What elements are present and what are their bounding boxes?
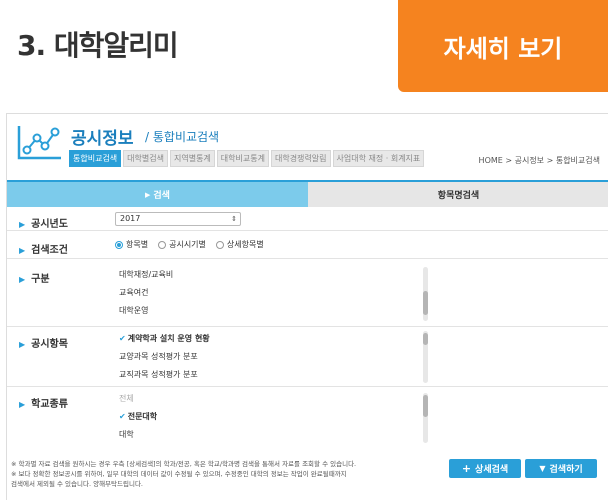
scroll-thumb[interactable] (423, 395, 428, 417)
row-condition: ▶ 검색조건 항목별 공시시기별 상세항목별 (7, 231, 608, 259)
notice-line: ※ 학과별 자료 검색을 원하시는 경우 우측 [상세검색]의 학과/전공, 혹… (11, 460, 357, 468)
search-tabs: ▶ 검색 항목명검색 (7, 180, 608, 207)
chart-logo-icon (17, 126, 61, 160)
plus-icon: + (461, 462, 472, 475)
screenshot-panel: 공시정보 / 통합비교검색 통합비교검색 대학별검색 지역별통계 대학비교통계 … (6, 113, 608, 500)
sub-navigation: 통합비교검색 대학별검색 지역별통계 대학비교통계 대학경쟁력알림 사업대학 재… (69, 150, 425, 167)
radio-unchecked-icon (215, 240, 224, 249)
bullet-arrow-icon: ▶ (19, 340, 26, 349)
row-items-label: ▶ 공시항목 (19, 339, 68, 350)
list-item[interactable]: 교양과목 성적평가 분포 (115, 348, 433, 366)
bullet-arrow-icon: ▶ (19, 400, 26, 409)
radio-checked-icon (115, 240, 123, 249)
school-listbox[interactable]: 전체 ✔ 전문대학 대학 (115, 390, 433, 448)
tab-item-name-label: 항목명검색 (437, 191, 480, 201)
subtab-competitiveness[interactable]: 대학경쟁력알림 (270, 150, 331, 167)
row-disclosure-items: ▶ 공시항목 ✔ 계약학과 설치 운영 현황 교양과목 성적평가 분포 교직과목 성… (7, 327, 608, 387)
list-item[interactable]: 대학운영 (115, 302, 433, 320)
subtab-finance-indicators[interactable]: 사업대학 재정 · 회계지표 (332, 150, 425, 167)
bullet-arrow-icon: ▶ (19, 220, 26, 229)
subtab-integrated-search[interactable]: 통합비교검색 (69, 150, 122, 167)
chevron-down-icon: ▼ (539, 464, 546, 473)
detail-view-button[interactable]: 자세히 보기 (398, 0, 608, 92)
radio-by-item[interactable]: 항목별 (115, 239, 148, 250)
list-item[interactable]: 교육여건 (115, 284, 433, 302)
list-item[interactable]: 전체 (115, 390, 433, 408)
tab-item-name-search[interactable]: 항목명검색 (308, 182, 608, 207)
list-item-selected[interactable]: ✔ 전문대학 (115, 408, 433, 426)
check-icon: ✔ (119, 334, 126, 343)
check-icon: ✔ (119, 412, 126, 421)
list-item[interactable]: 대학 (115, 426, 433, 444)
row-category-label: ▶ 구분 (19, 274, 50, 285)
category-listbox[interactable]: 대학재정/교육비 교육여건 대학운영 (115, 266, 433, 322)
detail-search-button[interactable]: + 상세검색 (449, 459, 521, 478)
items-listbox[interactable]: ✔ 계약학과 설치 운영 현황 교양과목 성적평가 분포 교직과목 성적평가 분포 (115, 330, 433, 384)
scroll-thumb[interactable] (423, 333, 428, 345)
items-scrollbar[interactable] (423, 331, 428, 383)
updown-caret-icon: ⇕ (231, 215, 237, 223)
subtab-by-university[interactable]: 대학별검색 (123, 150, 168, 167)
tab-search[interactable]: ▶ 검색 (7, 182, 308, 207)
notice-text: ※ 학과별 자료 검색을 원하시는 경우 우측 [상세검색]의 학과/전공, 혹… (11, 459, 431, 489)
subtab-comparison-stats[interactable]: 대학비교통계 (216, 150, 269, 167)
bullet-arrow-icon: ▶ (19, 246, 26, 255)
list-item[interactable]: 교직과목 성적평가 분포 (115, 366, 433, 384)
row-category: ▶ 구분 대학재정/교육비 교육여건 대학운영 (7, 259, 608, 327)
category-scrollbar[interactable] (423, 267, 428, 321)
condition-radio-group: 항목별 공시시기별 상세항목별 (115, 239, 264, 250)
bullet-arrow-icon: ▶ (19, 275, 26, 284)
year-select[interactable]: 2017 ⇕ (115, 212, 241, 226)
tab-search-label: 검색 (153, 191, 170, 201)
search-button[interactable]: ▼ 검색하기 (525, 459, 597, 478)
radio-unchecked-icon (158, 240, 167, 249)
row-school-type: ▶ 학교종류 전체 ✔ 전문대학 대학 (7, 387, 608, 451)
page-title: 3. 대학알리미 (17, 29, 179, 62)
notice-line: ※ 보다 정확한 정보공시를 위하여, 일부 대학의 데이터 값이 수정될 수 … (11, 470, 347, 478)
school-scrollbar[interactable] (423, 393, 428, 443)
list-item-selected[interactable]: ✔ 계약학과 설치 운영 현황 (115, 330, 433, 348)
play-arrow-icon: ▶ (145, 190, 151, 199)
radio-by-period[interactable]: 공시시기별 (158, 239, 206, 250)
notice-line: 검색에서 제외될 수 있습니다. 양해부탁드립니다. (11, 480, 143, 488)
section-subtitle: / 통합비교검색 (145, 130, 220, 144)
subtab-regional-stats[interactable]: 지역별통계 (169, 150, 215, 167)
breadcrumb: HOME > 공시정보 > 통합비교검색 (478, 156, 600, 165)
row-year: ▶ 공시년도 2017 ⇕ (7, 207, 608, 231)
scroll-thumb[interactable] (423, 291, 428, 315)
top-header: 3. 대학알리미 자세히 보기 (0, 0, 608, 100)
list-item[interactable]: 대학재정/교육비 (115, 266, 433, 284)
radio-by-detail[interactable]: 상세항목별 (215, 239, 264, 250)
row-school-label: ▶ 학교종류 (19, 399, 68, 410)
row-year-label: ▶ 공시년도 (19, 219, 68, 230)
section-title: 공시정보 (71, 129, 134, 149)
row-condition-label: ▶ 검색조건 (19, 245, 68, 256)
